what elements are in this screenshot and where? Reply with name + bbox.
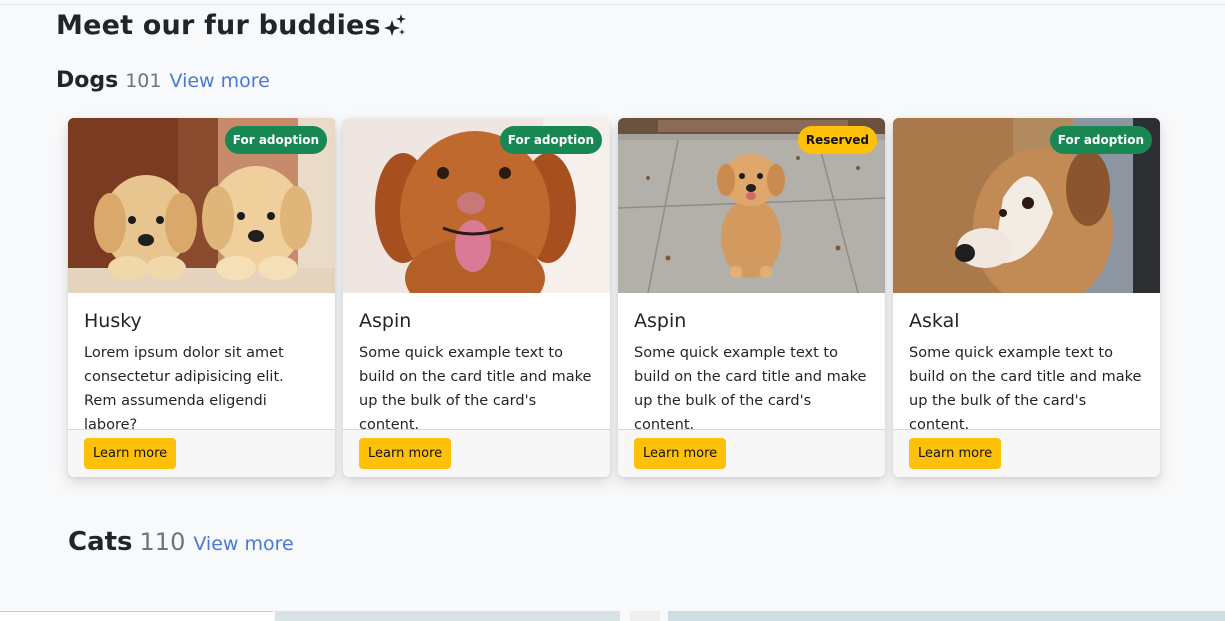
dogs-card-list: For adoption Husky Lorem ipsum dolor sit… bbox=[68, 118, 1160, 477]
card-body: Aspin Some quick example text to build o… bbox=[343, 293, 610, 433]
cat-card-image-preview bbox=[0, 611, 273, 621]
cat-card-image-preview bbox=[275, 611, 620, 621]
card-title: Aspin bbox=[634, 310, 687, 332]
card-body: Husky Lorem ipsum dolor sit amet consect… bbox=[68, 293, 335, 433]
cats-count: 110 bbox=[139, 528, 186, 556]
card-text: Lorem ipsum dolor sit amet consectetur a… bbox=[84, 345, 284, 433]
learn-more-button[interactable]: Learn more bbox=[84, 438, 177, 469]
card-title: Husky bbox=[84, 310, 142, 332]
card-footer: Learn more bbox=[893, 429, 1160, 477]
dogs-section-header: Dogs 101 View more bbox=[56, 68, 270, 93]
card-footer: Learn more bbox=[68, 429, 335, 477]
dog-card-image: Reserved bbox=[618, 118, 885, 293]
card-footer: Learn more bbox=[618, 429, 885, 477]
cats-section-header: Cats 110 View more bbox=[68, 527, 294, 557]
dog-card-image: For adoption bbox=[893, 118, 1160, 293]
dog-card-aspin: For adoption Aspin Some quick example te… bbox=[343, 118, 610, 477]
status-badge: For adoption bbox=[1049, 126, 1152, 154]
card-title: Askal bbox=[909, 310, 960, 332]
card-body: Aspin Some quick example text to build o… bbox=[618, 293, 885, 433]
cats-view-more-link[interactable]: View more bbox=[193, 533, 293, 555]
status-badge: For adoption bbox=[224, 126, 327, 154]
dog-card-image: For adoption bbox=[68, 118, 335, 293]
learn-more-button[interactable]: Learn more bbox=[634, 438, 727, 469]
card-text: Some quick example text to build on the … bbox=[634, 345, 867, 433]
cats-card-list-preview bbox=[0, 611, 1225, 621]
card-text: Some quick example text to build on the … bbox=[359, 345, 592, 433]
dogs-view-more-link[interactable]: View more bbox=[169, 70, 269, 92]
status-badge: For adoption bbox=[499, 126, 602, 154]
card-footer: Learn more bbox=[343, 429, 610, 477]
card-text: Some quick example text to build on the … bbox=[909, 345, 1142, 433]
dog-card-askal: For adoption Askal Some quick example te… bbox=[893, 118, 1160, 477]
dogs-count: 101 bbox=[125, 70, 162, 92]
page-title-text: Meet our fur buddies bbox=[56, 10, 381, 41]
dog-card-husky: For adoption Husky Lorem ipsum dolor sit… bbox=[68, 118, 335, 477]
learn-more-button[interactable]: Learn more bbox=[359, 438, 452, 469]
cat-card-image-preview bbox=[668, 611, 1225, 621]
sparkles-icon bbox=[383, 11, 407, 41]
card-title: Aspin bbox=[359, 310, 412, 332]
learn-more-button[interactable]: Learn more bbox=[909, 438, 1002, 469]
status-badge: Reserved bbox=[797, 126, 877, 154]
top-divider bbox=[0, 4, 1225, 5]
cat-card-image-preview bbox=[630, 611, 660, 621]
cats-section-title: Cats bbox=[68, 527, 133, 557]
dog-card-image: For adoption bbox=[343, 118, 610, 293]
dog-card-aspin-reserved: Reserved Aspin Some quick example text t… bbox=[618, 118, 885, 477]
page-title: Meet our fur buddies bbox=[56, 10, 407, 41]
card-body: Askal Some quick example text to build o… bbox=[893, 293, 1160, 433]
dogs-section-title: Dogs bbox=[56, 68, 119, 93]
